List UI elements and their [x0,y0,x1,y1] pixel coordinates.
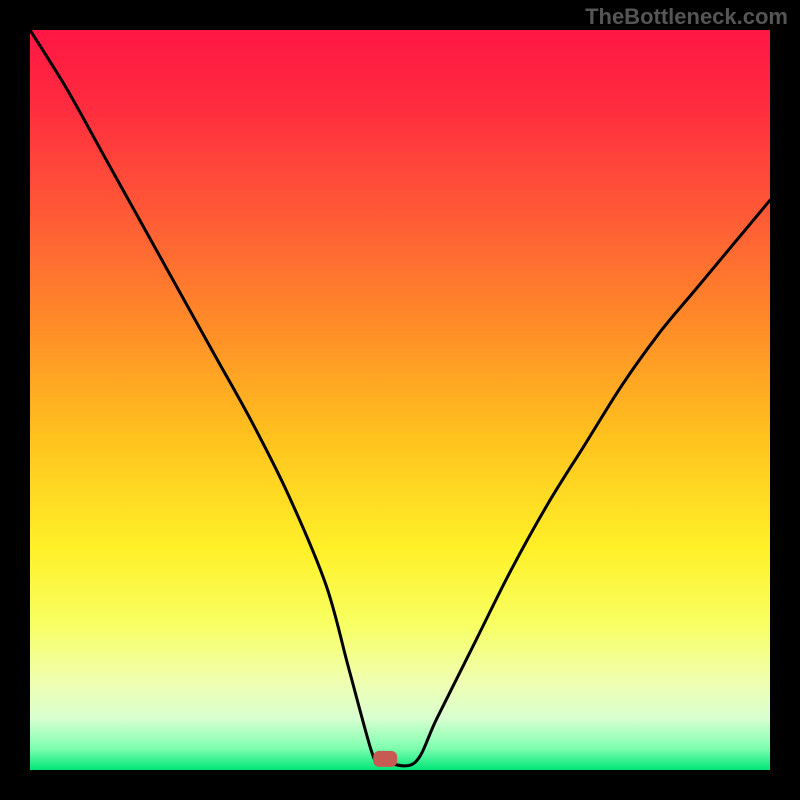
chart-plot-area [30,30,770,770]
chart-marker [373,751,397,767]
watermark-text: TheBottleneck.com [585,4,788,30]
chart-background [30,30,770,770]
chart-svg [30,30,770,770]
